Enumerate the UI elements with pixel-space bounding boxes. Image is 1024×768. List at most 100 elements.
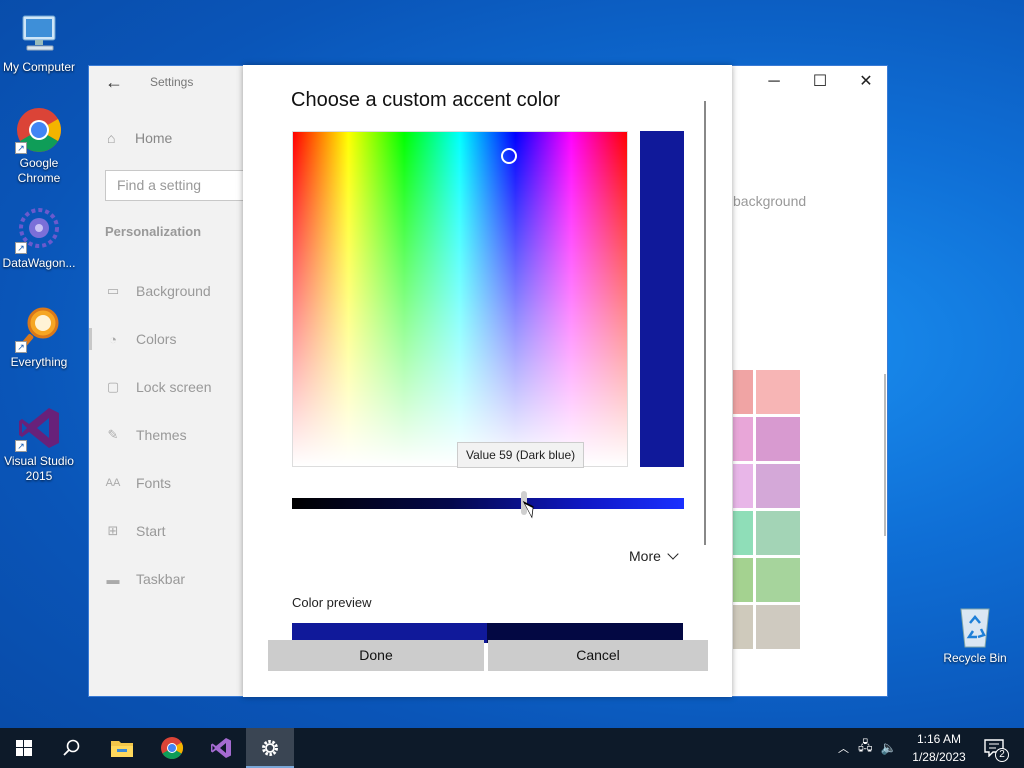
system-tray: ︿ 🖧 🔈 xyxy=(838,728,897,768)
desktop-icon-label: Visual Studio 2015 xyxy=(4,454,74,483)
sidebar-item-label: Taskbar xyxy=(136,571,186,587)
sidebar-item-label: Lock screen xyxy=(136,379,212,395)
desktop-icon-google-chrome[interactable]: ↗ Google Chrome xyxy=(0,106,78,186)
sidebar-item-label: Colors xyxy=(136,331,177,347)
taskbar-settings[interactable] xyxy=(246,728,294,768)
shortcut-arrow-icon: ↗ xyxy=(15,242,27,254)
color-swatch[interactable] xyxy=(756,605,800,649)
clock-date: 1/28/2023 xyxy=(912,750,966,764)
color-picker-ring[interactable] xyxy=(501,148,517,164)
sidebar-item-label: Background xyxy=(136,283,211,299)
partial-label: background xyxy=(733,193,807,209)
color-swatch[interactable] xyxy=(733,558,753,602)
chevron-down-icon xyxy=(667,548,679,560)
desktop-icon-label: DataWagon... xyxy=(2,256,76,270)
close-button[interactable]: ✕ xyxy=(843,70,889,94)
visual-studio-icon xyxy=(211,738,231,758)
sidebar-item-start[interactable]: ⊞ Start xyxy=(105,520,166,542)
desktop-icon-label: Google Chrome xyxy=(17,156,61,185)
clock-time: 1:16 AM xyxy=(916,732,962,746)
color-spectrum[interactable] xyxy=(292,131,628,467)
dialog-title: Choose a custom accent color xyxy=(291,89,561,111)
sidebar-item-colors[interactable]: ◔ Colors xyxy=(105,328,176,350)
notification-center-button[interactable]: 2 xyxy=(982,728,1009,768)
settings-sidebar: ← Settings ⌂ Home Find a setting Personal… xyxy=(89,66,245,696)
sidebar-item-background[interactable]: ▭ Background xyxy=(105,280,211,302)
selected-color-preview xyxy=(640,131,684,467)
notification-count-badge: 2 xyxy=(995,748,1009,762)
desktop-icon-label: My Computer xyxy=(2,60,76,74)
sidebar-item-themes[interactable]: ✎ Themes xyxy=(105,424,187,446)
file-explorer-icon xyxy=(111,741,133,757)
clock[interactable]: 1:16 AM 1/28/2023 xyxy=(905,730,973,766)
sidebar-item-taskbar[interactable]: ▬ Taskbar xyxy=(105,568,186,590)
desktop-icon-label: Everything xyxy=(10,355,68,369)
search-button[interactable] xyxy=(48,728,96,768)
maximize-button[interactable]: ☐ xyxy=(797,70,843,94)
picture-icon: ▭ xyxy=(106,283,120,298)
color-swatch[interactable] xyxy=(756,464,800,508)
more-toggle[interactable]: More xyxy=(629,548,679,564)
monitor-icon: ▢ xyxy=(106,379,120,394)
value-slider-track[interactable] xyxy=(292,498,684,509)
desktop-icon-datawagon[interactable]: ↗ DataWagon... xyxy=(0,206,78,271)
color-swatch[interactable] xyxy=(733,417,753,461)
desktop-icon-recycle-bin[interactable]: Recycle Bin xyxy=(936,601,1014,666)
shortcut-arrow-icon: ↗ xyxy=(15,440,27,452)
search-icon xyxy=(63,739,80,756)
desktop-icon-my-computer[interactable]: My Computer xyxy=(0,10,78,75)
recycle-bin-icon xyxy=(951,601,999,649)
shortcut-arrow-icon: ↗ xyxy=(15,142,27,154)
chrome-icon xyxy=(161,737,183,759)
brush-icon: ✎ xyxy=(107,427,119,442)
sidebar-item-lock-screen[interactable]: ▢ Lock screen xyxy=(105,376,212,398)
computer-icon xyxy=(15,10,63,58)
sidebar-item-label: Start xyxy=(136,523,166,539)
more-label: More xyxy=(629,548,661,564)
cancel-button[interactable]: Cancel xyxy=(488,640,708,671)
color-swatch[interactable] xyxy=(756,511,800,555)
color-swatch[interactable] xyxy=(733,464,753,508)
font-icon: AA xyxy=(105,477,121,489)
taskbar-icon: ▬ xyxy=(106,571,120,587)
home-icon: ⌂ xyxy=(107,130,116,146)
custom-color-dialog: Choose a custom accent color Value 59 (D… xyxy=(243,65,732,697)
shortcut-arrow-icon: ↗ xyxy=(15,341,27,353)
color-swatch[interactable] xyxy=(733,370,753,414)
sidebar-item-label: Themes xyxy=(136,427,187,443)
home-label: Home xyxy=(135,130,173,146)
sidebar-item-label: Fonts xyxy=(136,475,172,491)
color-swatch-grid xyxy=(733,370,800,649)
sidebar-item-fonts[interactable]: AA Fonts xyxy=(105,472,171,494)
chrome-icon: ↗ xyxy=(15,106,63,154)
start-icon: ⊞ xyxy=(107,523,119,538)
start-button[interactable] xyxy=(0,728,48,768)
color-swatch[interactable] xyxy=(733,605,753,649)
color-swatch[interactable] xyxy=(756,417,800,461)
volume-icon[interactable]: 🔈 xyxy=(881,740,897,756)
taskbar-chrome[interactable] xyxy=(148,728,196,768)
taskbar-visual-studio[interactable] xyxy=(197,728,245,768)
search-input[interactable]: Find a setting xyxy=(105,170,245,201)
window-title: Settings xyxy=(150,75,194,89)
color-swatch[interactable] xyxy=(756,558,800,602)
minimize-button[interactable]: ─ xyxy=(751,70,797,94)
back-arrow-icon[interactable]: ← xyxy=(105,72,123,93)
chevron-up-icon[interactable]: ︿ xyxy=(838,740,849,756)
color-preview-label: Color preview xyxy=(292,595,372,610)
window-scrollbar[interactable] xyxy=(884,374,886,536)
taskbar-file-explorer[interactable] xyxy=(98,728,146,768)
done-button[interactable]: Done xyxy=(268,640,484,671)
network-icon[interactable]: 🖧 xyxy=(858,737,873,759)
desktop-icon-visual-studio[interactable]: ↗ Visual Studio 2015 xyxy=(0,404,78,484)
section-title: Personalization xyxy=(105,224,202,239)
magnifier-icon: ↗ xyxy=(15,305,63,353)
slider-tooltip: Value 59 (Dark blue) xyxy=(457,442,585,468)
color-swatch[interactable] xyxy=(756,370,800,414)
datawagon-icon: ↗ xyxy=(15,206,63,254)
settings-icon xyxy=(262,740,278,756)
color-swatch[interactable] xyxy=(733,511,753,555)
dialog-scrollbar[interactable] xyxy=(704,101,706,545)
desktop-icon-everything[interactable]: ↗ Everything xyxy=(0,305,78,370)
home-link[interactable]: ⌂ Home xyxy=(107,130,172,146)
